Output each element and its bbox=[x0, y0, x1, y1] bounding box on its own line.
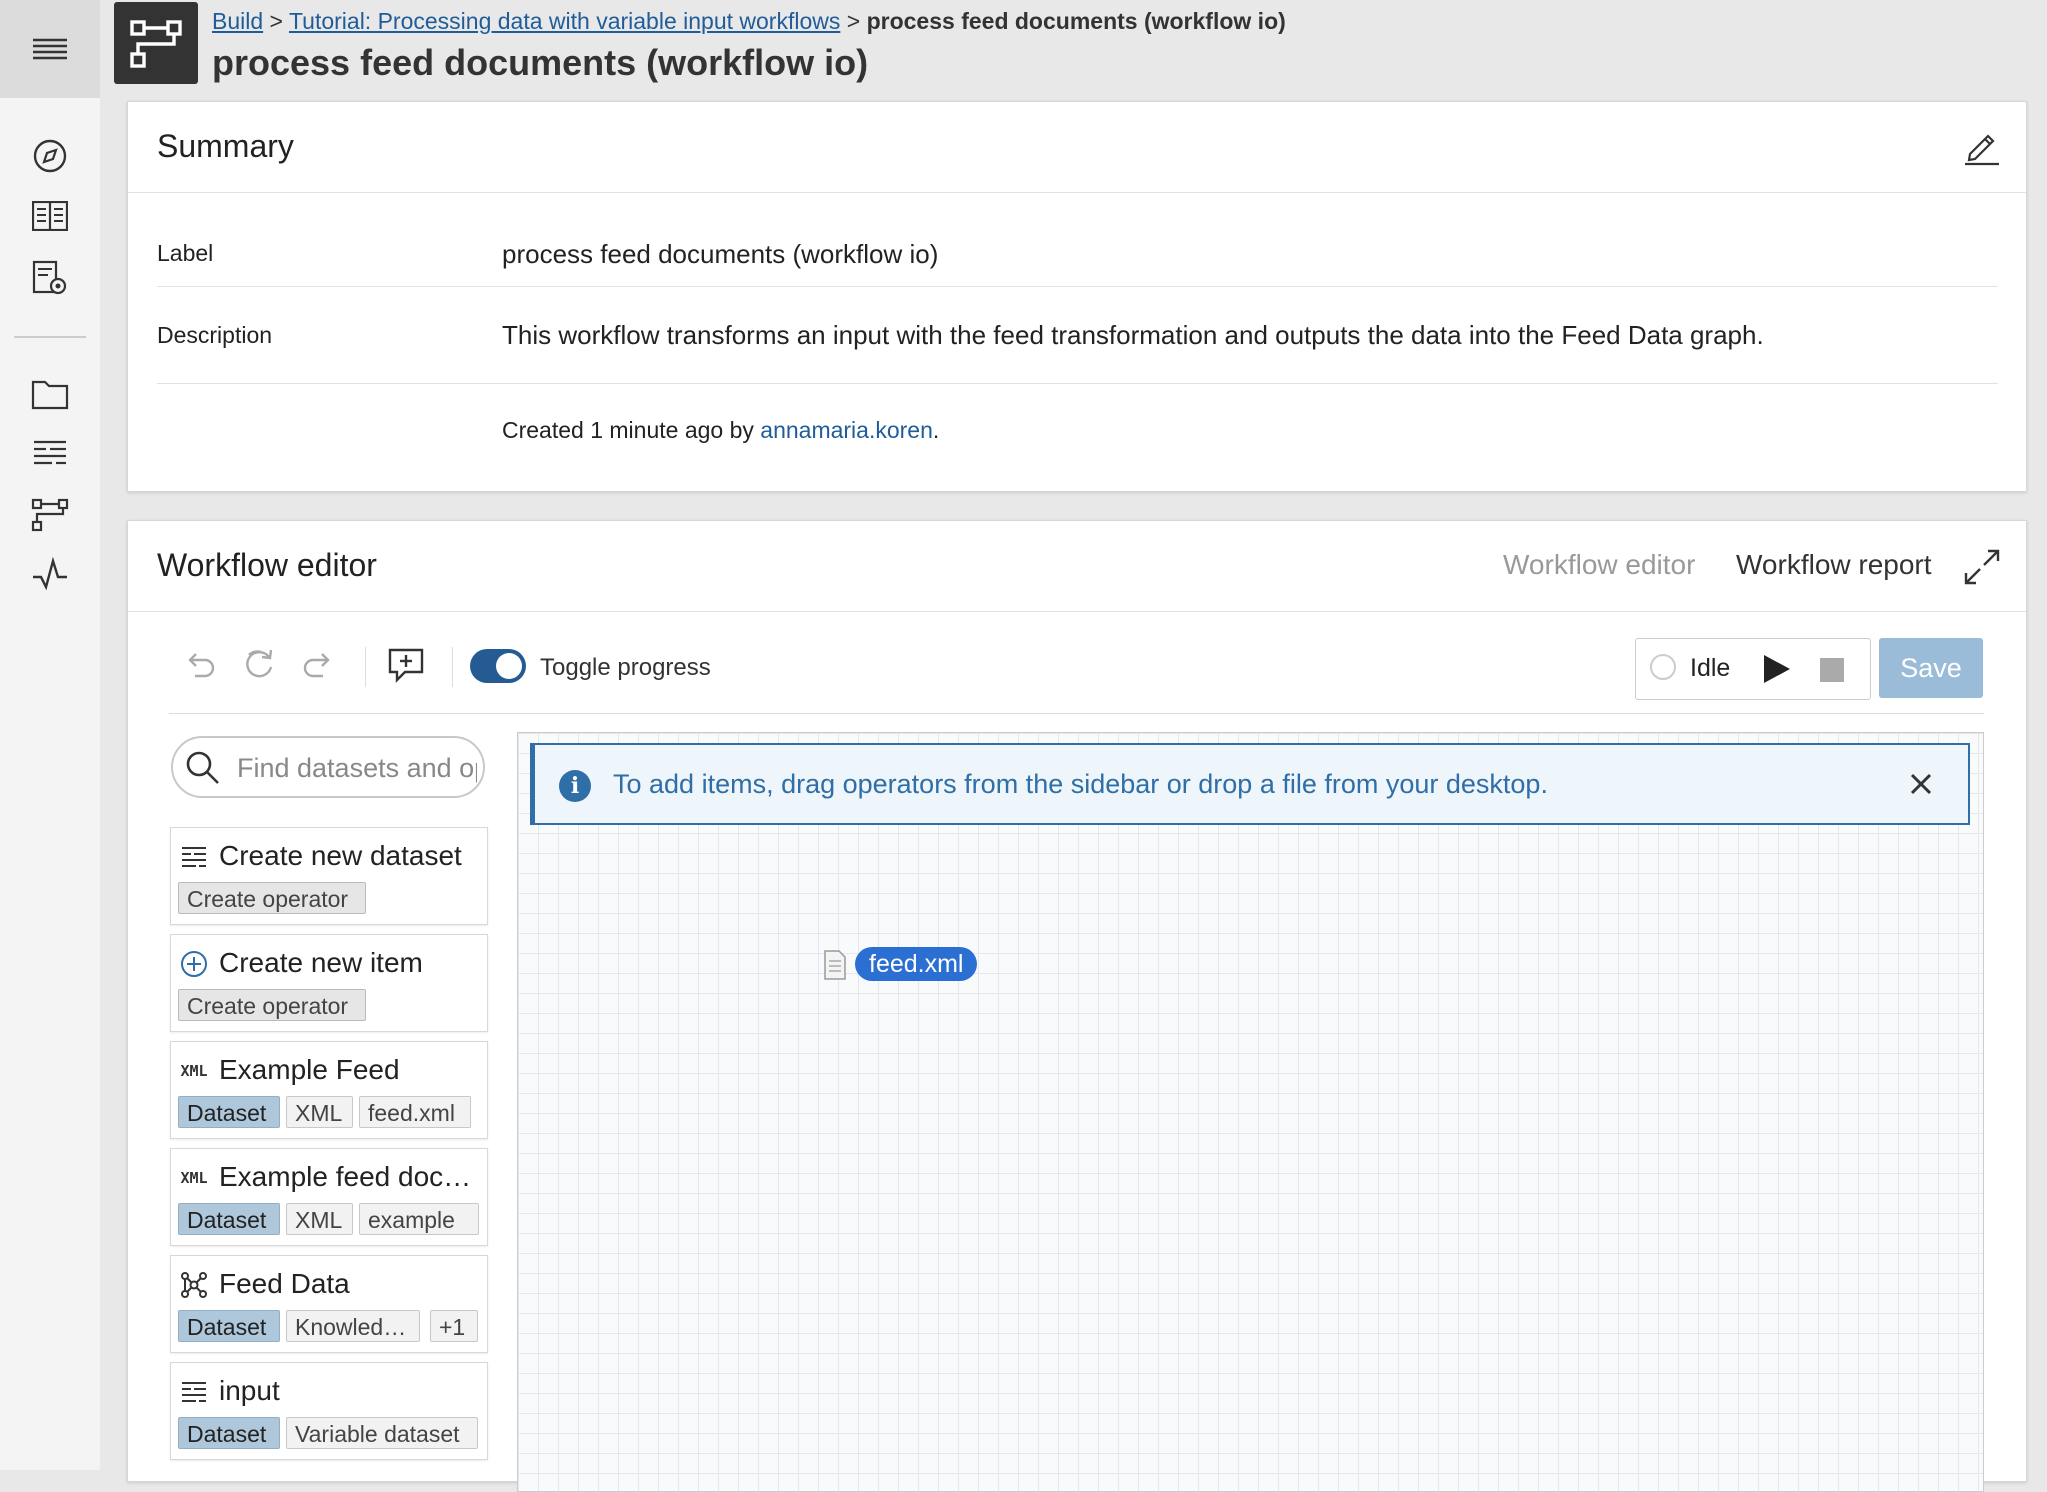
tag-dataset: Dataset bbox=[178, 1096, 280, 1128]
toggle-knob bbox=[496, 653, 522, 679]
sidebar-item-example-feed[interactable]: XML Example Feed Dataset XML feed.xml bbox=[170, 1041, 488, 1139]
row-divider bbox=[157, 286, 1998, 287]
created-suffix: . bbox=[932, 417, 940, 443]
sidebar-item-title: Feed Data bbox=[219, 1268, 350, 1299]
created-prefix: Created 1 minute ago by bbox=[502, 417, 754, 443]
editor-title: Workflow editor bbox=[157, 547, 377, 583]
workflow-canvas[interactable]: i To add items, drag operators from the … bbox=[517, 732, 1984, 1492]
folder-icon[interactable] bbox=[28, 372, 72, 416]
search-icon bbox=[185, 750, 221, 786]
tag-more: +1 bbox=[430, 1310, 478, 1342]
summary-title: Summary bbox=[157, 128, 294, 164]
sidebar-item-create-dataset[interactable]: Create new dataset Create operator bbox=[170, 827, 488, 925]
rail-divider bbox=[14, 336, 86, 338]
tab-workflow-report[interactable]: Workflow report bbox=[1736, 549, 1932, 581]
summary-card: Summary Label process feed documents (wo… bbox=[127, 101, 2027, 492]
dataset-list-icon[interactable] bbox=[28, 432, 72, 476]
sidebar-item-title: Create new item bbox=[219, 947, 423, 978]
left-navigation-rail bbox=[0, 0, 100, 1470]
tag-type: Variable dataset bbox=[286, 1417, 478, 1449]
redo-icon[interactable] bbox=[296, 643, 340, 687]
tag-type: XML bbox=[286, 1096, 353, 1128]
description-value: This workflow transforms an input with t… bbox=[502, 320, 1764, 350]
expand-icon[interactable] bbox=[1960, 545, 2004, 589]
edit-pencil-icon[interactable] bbox=[1962, 126, 2002, 166]
label-key: Label bbox=[157, 240, 214, 266]
status-label: Idle bbox=[1690, 654, 1731, 682]
description-key: Description bbox=[157, 322, 273, 348]
breadcrumb-link-build[interactable]: Build bbox=[212, 8, 263, 34]
label-value: process feed documents (workflow io) bbox=[502, 239, 939, 269]
toggle-progress-label: Toggle progress bbox=[540, 654, 711, 681]
tag-file: example bbox=[359, 1203, 479, 1235]
knowledge-graph-icon bbox=[179, 1270, 209, 1300]
save-button[interactable]: Save bbox=[1879, 638, 1983, 698]
node-label: feed.xml bbox=[855, 947, 978, 981]
xml-icon: XML bbox=[180, 1062, 208, 1080]
row-divider bbox=[157, 383, 1998, 384]
catalog-book-icon[interactable] bbox=[28, 194, 72, 238]
tag-type: XML bbox=[286, 1203, 353, 1235]
hamburger-menu-icon[interactable] bbox=[0, 0, 100, 98]
sidebar-item-create-item[interactable]: Create new item Create operator bbox=[170, 934, 488, 1032]
sidebar-item-feed-data[interactable]: Feed Data Dataset Knowledge Graph +1 bbox=[170, 1255, 488, 1353]
page-title: process feed documents (workflow io) bbox=[212, 42, 869, 83]
tag-dataset: Dataset bbox=[178, 1310, 280, 1342]
status-circle-icon bbox=[1650, 654, 1676, 680]
sidebar-item-title: input bbox=[219, 1375, 280, 1406]
sidebar-item-title: Example feed documents bbox=[219, 1161, 479, 1192]
info-message: To add items, drag operators from the si… bbox=[613, 769, 1548, 799]
reset-icon[interactable] bbox=[237, 643, 281, 687]
created-info: Created 1 minute ago by annamaria.koren. bbox=[502, 417, 939, 444]
toolbar-divider bbox=[452, 647, 453, 687]
tag-file: feed.xml bbox=[359, 1096, 471, 1128]
stop-icon[interactable] bbox=[1820, 658, 1844, 682]
progress-toggle[interactable] bbox=[470, 649, 526, 683]
editor-header: Workflow editor Workflow editor Workflow… bbox=[128, 521, 2026, 612]
workflow-icon[interactable] bbox=[28, 492, 72, 536]
info-banner: i To add items, drag operators from the … bbox=[530, 743, 1970, 825]
search-field[interactable] bbox=[171, 736, 485, 798]
dataset-list-icon bbox=[179, 1377, 209, 1407]
close-icon[interactable] bbox=[1904, 767, 1938, 801]
search-input[interactable] bbox=[235, 752, 479, 784]
workflow-logo-icon bbox=[114, 2, 198, 84]
sidebar-item-input[interactable]: input Dataset Variable dataset bbox=[170, 1362, 488, 1460]
workflow-editor-card: Workflow editor Workflow editor Workflow… bbox=[127, 520, 2027, 1492]
breadcrumb-link-tutorial[interactable]: Tutorial: Processing data with variable … bbox=[289, 8, 840, 34]
breadcrumb-current: process feed documents (workflow io) bbox=[866, 8, 1286, 34]
info-icon: i bbox=[559, 770, 591, 802]
undo-icon[interactable] bbox=[178, 643, 222, 687]
tag-dataset: Dataset bbox=[178, 1417, 280, 1449]
sidebar-item-example-feed-documents[interactable]: XML Example feed documents Dataset XML e… bbox=[170, 1148, 488, 1246]
activity-pulse-icon[interactable] bbox=[28, 552, 72, 596]
file-icon bbox=[823, 949, 847, 981]
sidebar-item-title: Create new dataset bbox=[219, 840, 462, 871]
dataset-list-icon bbox=[179, 842, 209, 872]
created-user-link[interactable]: annamaria.koren bbox=[760, 417, 933, 443]
sidebar-item-title: Example Feed bbox=[219, 1054, 400, 1085]
breadcrumb-separator: > bbox=[846, 8, 861, 34]
compass-icon[interactable] bbox=[28, 134, 72, 178]
breadcrumb: Build > Tutorial: Processing data with v… bbox=[212, 8, 1286, 35]
tag-create-operator: Create operator bbox=[178, 882, 366, 914]
add-note-icon[interactable] bbox=[384, 643, 428, 687]
summary-header: Summary bbox=[128, 102, 2026, 193]
tag-dataset: Dataset bbox=[178, 1203, 280, 1235]
data-preview-icon[interactable] bbox=[28, 256, 72, 300]
xml-icon: XML bbox=[180, 1169, 208, 1187]
toolbar-divider bbox=[365, 647, 366, 687]
toolbar-divider bbox=[169, 713, 1984, 714]
tag-type: Knowledge Graph bbox=[286, 1310, 420, 1342]
execution-status: Idle bbox=[1635, 638, 1871, 700]
breadcrumb-separator: > bbox=[269, 8, 283, 34]
plus-circle-icon bbox=[179, 949, 209, 979]
tab-workflow-editor[interactable]: Workflow editor bbox=[1503, 549, 1695, 581]
play-icon[interactable] bbox=[1760, 653, 1792, 685]
tag-create-operator: Create operator bbox=[178, 989, 366, 1021]
